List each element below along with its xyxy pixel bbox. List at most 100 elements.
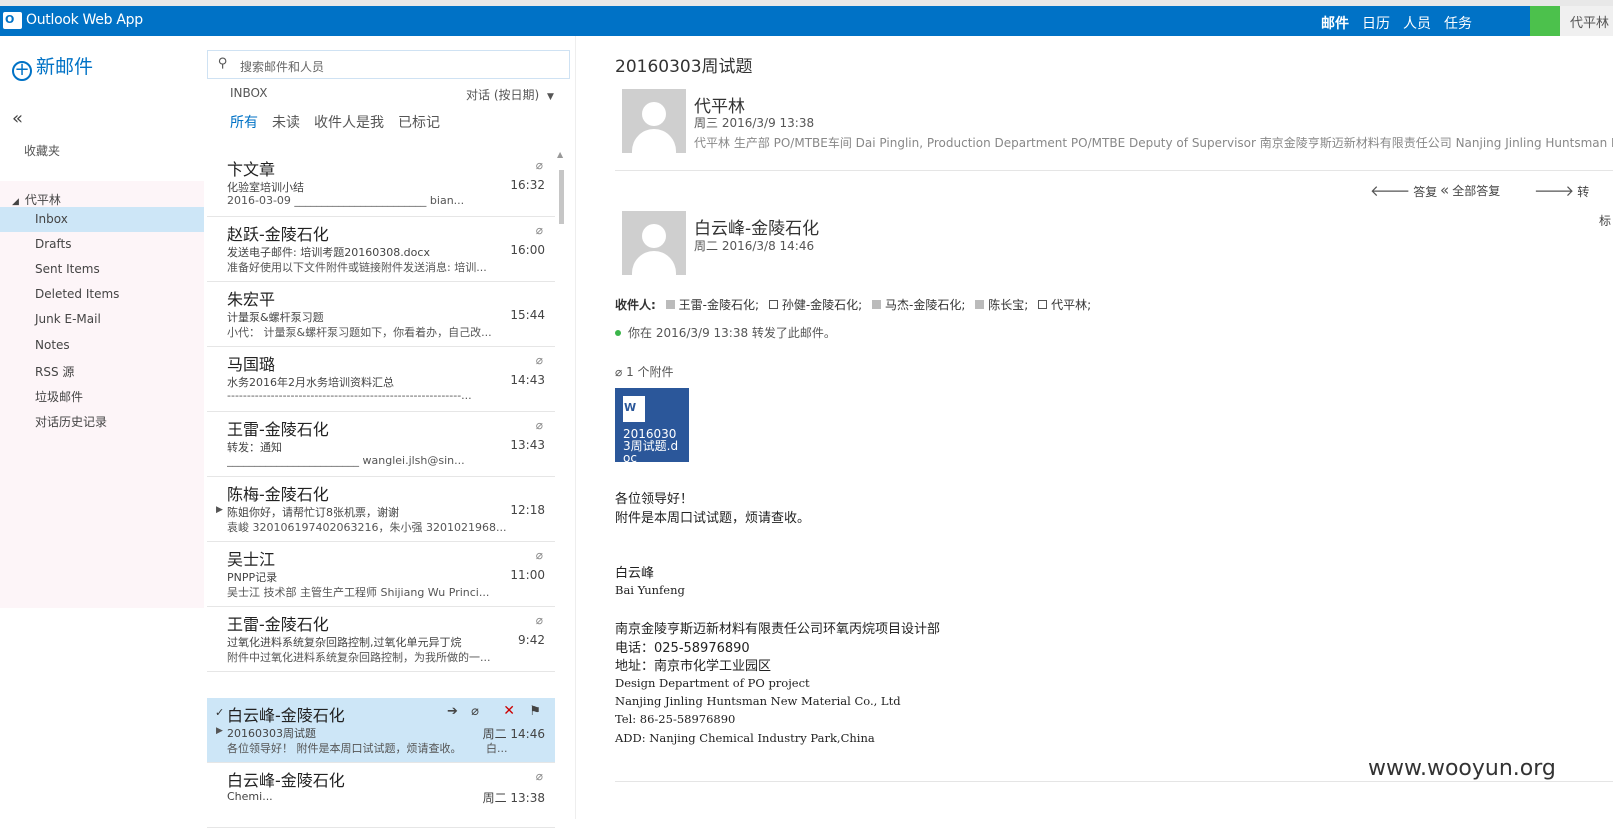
attachment-icon: ⌀ (535, 769, 543, 783)
nav-mail[interactable]: 邮件 (1321, 13, 1349, 33)
list-item[interactable]: 王雷-金陵石化 ⌀ 转发：通知 13:43 __________________… (207, 412, 555, 477)
folder-junk-email[interactable]: Junk E-Mail (0, 307, 204, 332)
reply-icon: 🡐 (1370, 182, 1411, 200)
folder-list: ◢ 代平林 Inbox Drafts Sent Items Deleted Ite… (0, 181, 204, 608)
recipient[interactable]: 马杰-金陵石化; (872, 298, 965, 312)
forward-button[interactable]: 🡒 转 (1534, 181, 1589, 200)
list-item[interactable]: 卞文章 ⌀ 化验室培训小结 16:32 2016-03-09 _________… (207, 152, 555, 217)
nav-people[interactable]: 人员 (1403, 13, 1431, 33)
list-item[interactable]: 白云峰-金陵石化 ⌀ Chemi... 周二 13:38 (207, 763, 555, 828)
message-subject: 计量泵&螺杆泵习题 (227, 311, 324, 324)
message-subject: PNPP记录 (227, 571, 278, 584)
recipients-line: 收件人: 王雷-金陵石化; 孙健-金陵石化; 马杰-金陵石化; 陈长宝; 代平林… (615, 296, 1097, 313)
message-preview: 袁峻 320106197402063216，朱小强 3201021968... (227, 521, 507, 534)
nav-tasks[interactable]: 任务 (1444, 13, 1472, 33)
folder-inbox[interactable]: Inbox (0, 207, 204, 232)
plus-icon: + (12, 61, 32, 81)
collapse-nav-button[interactable]: « (12, 108, 23, 129)
forwarded-note: 你在 2016/3/9 13:38 转发了此邮件。 (615, 324, 836, 341)
delete-icon[interactable]: ✕ (503, 703, 515, 719)
sender-name[interactable]: 白云峰-金陵石化 (694, 214, 819, 239)
app-title: Outlook Web App (26, 12, 143, 28)
recipient[interactable]: 陈长宝; (975, 298, 1028, 312)
message-from: 吴士江 (227, 550, 276, 569)
reading-pane: 20160303周试题 代平林 周三 2016/3/9 13:38 代平林 生产… (577, 36, 1613, 819)
status-dot-icon (615, 330, 621, 336)
folder-deleted-items[interactable]: Deleted Items (0, 282, 204, 307)
sort-label: 对话 (按日期) (466, 88, 540, 102)
message-from: 陈梅-金陵石化 (227, 485, 329, 504)
attachment-icon: ⌀ (535, 613, 543, 627)
search-box[interactable]: ⚲ 搜索邮件和人员 (207, 50, 570, 79)
forwarded-text: 你在 2016/3/9 13:38 转发了此邮件。 (628, 326, 836, 340)
message-subject: 发送电子邮件: 培训考题20160308.docx (227, 246, 430, 259)
account-name: 代平林 (24, 193, 61, 207)
reply-all-button[interactable]: «全部答复 (1440, 181, 1500, 199)
list-item-selected[interactable]: ✓ 白云峰-金陵石化 ➔ ⌀ ✕ ⚑ ▶ 20160303周试题 周二 14:4… (207, 698, 555, 763)
body-line: 电话：025-58976890 (615, 641, 750, 656)
attachment-count: ⌀ 1 个附件 (615, 363, 674, 380)
folder-junk-cn[interactable]: 垃圾邮件 (0, 383, 204, 408)
list-item[interactable]: 赵跃-金陵石化 ⌀ 发送电子邮件: 培训考题20160308.docx 16:0… (207, 217, 555, 282)
scroll-up-icon[interactable]: ▲ (557, 150, 563, 159)
folder-drafts[interactable]: Drafts (0, 232, 204, 257)
recipient[interactable]: 王雷-金陵石化; (665, 298, 759, 312)
body-line: ADD: Nanjing Chemical Industry Park,Chin… (615, 731, 875, 745)
body-line: Bai Yunfeng (615, 583, 685, 597)
truncated-action[interactable]: 标 (1599, 212, 1611, 229)
reply-button[interactable]: 🡐 答复 (1370, 181, 1437, 200)
attachment-icon: ⌀ (615, 365, 623, 379)
signature-preview: 代平林 生产部 PO/MTBE车间 Dai Pinglin, Productio… (694, 136, 1613, 150)
attachment-icon: ⌀ (471, 704, 479, 719)
message-preview: 准备好使用以下文件附件或链接附件发送消息: 培训... (227, 261, 487, 274)
check-icon[interactable]: ✓ (215, 706, 224, 719)
list-item[interactable]: 王雷-金陵石化 ⌀ 过氧化进料系统复杂回路控制,过氧化单元异丁烷 9:42 附件… (207, 607, 555, 672)
body-line: Design Department of PO project (615, 676, 810, 690)
nav-calendar[interactable]: 日历 (1362, 13, 1390, 33)
filter-all[interactable]: 所有 (230, 115, 258, 131)
message-preview: 各位领导好！ 附件是本周口试试题，烦请查收。 (227, 742, 462, 755)
new-mail-label: 新邮件 (36, 56, 94, 78)
message-subject: 化验室培训小结 (227, 181, 304, 194)
list-item[interactable]: 吴士江 ⌀ PNPP记录 11:00 吴士江 技术部 主管生产工程师 Shiji… (207, 542, 555, 607)
flag-icon[interactable]: ⚑ (529, 704, 541, 719)
reply-label: 答复 (1413, 185, 1438, 199)
recipient[interactable]: 孙健-金陵石化; (768, 298, 862, 312)
recipients-label: 收件人: (615, 298, 656, 312)
forward-icon[interactable]: ➔ (447, 704, 458, 719)
list-item[interactable]: 陈梅-金陵石化 ▶ 陈姐你好，请帮忙订8张机票，谢谢 12:18 袁峻 3201… (207, 477, 555, 542)
message-subject: 20160303周试题 (227, 727, 316, 740)
status-indicator (1530, 6, 1560, 36)
top-bar: O Outlook Web App 邮件 日历 人员 任务 代平林 (0, 6, 1613, 36)
folder-notes[interactable]: Notes (0, 333, 204, 358)
scroll-thumb[interactable] (559, 170, 564, 224)
folder-conversation-history[interactable]: 对话历史记录 (0, 408, 204, 433)
message-time: 14:43 (510, 373, 545, 387)
folder-sent-items[interactable]: Sent Items (0, 257, 204, 282)
message-subject: 陈姐你好，请帮忙订8张机票，谢谢 (227, 506, 399, 519)
attachment-tile[interactable]: W 20160303周试题.doc (615, 388, 689, 462)
favorites-header[interactable]: 收藏夹 (24, 142, 60, 159)
attachment-icon: ⌀ (535, 223, 543, 237)
message-preview: ________________________ wanglei.jlsh@si… (227, 454, 465, 467)
message-from: 白云峰-金陵石化 (227, 771, 345, 790)
account-node[interactable]: ◢ 代平林 (12, 191, 61, 208)
body-line: 南京金陵亨斯迈新材料有限责任公司环氧丙烷项目设计部 (615, 622, 941, 637)
list-item[interactable]: 朱宏平 计量泵&螺杆泵习题 15:44 小代： 计量泵&螺杆泵习题如下，你看着办… (207, 282, 555, 347)
message-time: 9:42 (518, 633, 545, 647)
new-mail-button[interactable]: + 新邮件 (12, 52, 93, 81)
expand-conversation-icon[interactable]: ▶ (216, 726, 223, 736)
filter-to-me[interactable]: 收件人是我 (314, 115, 384, 131)
user-menu[interactable]: 代平林 (1560, 6, 1613, 36)
message-time: 13:43 (510, 438, 545, 452)
folder-rss[interactable]: RSS 源 (0, 358, 204, 383)
sort-dropdown[interactable]: 对话 (按日期) ▼ (466, 86, 554, 103)
body-line: 各位领导好！ (615, 492, 694, 507)
recipient[interactable]: 代平林; (1038, 298, 1091, 312)
filter-unread[interactable]: 未读 (272, 115, 300, 131)
list-scrollbar[interactable]: ▲ (557, 150, 564, 819)
filter-flagged[interactable]: 已标记 (398, 115, 440, 131)
list-item[interactable]: 马国璐 ⌀ 水务2016年2月水务培训资料汇总 14:43 ----------… (207, 347, 555, 412)
expand-conversation-icon[interactable]: ▶ (216, 505, 223, 515)
message-time: 16:32 (510, 178, 545, 192)
